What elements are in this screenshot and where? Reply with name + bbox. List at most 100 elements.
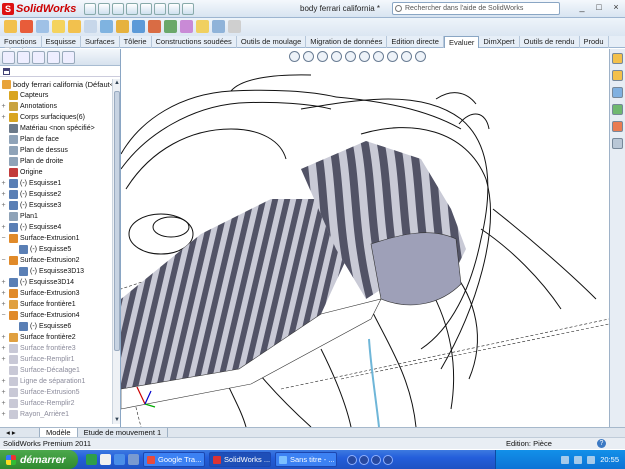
revolve-icon[interactable] [36, 20, 49, 33]
tree-item[interactable]: (-) Esquisse5 [0, 244, 112, 255]
tree-item[interactable]: + Surface-Remplir1 [0, 354, 112, 365]
network-icon[interactable] [561, 455, 570, 464]
expand-toggle-icon[interactable]: + [0, 411, 7, 418]
section-icon[interactable] [132, 20, 145, 33]
task-notepad[interactable]: Sans titre - ... [275, 452, 337, 467]
maximize-button[interactable]: □ [592, 2, 606, 14]
expand-toggle-icon[interactable]: + [0, 400, 7, 407]
graphics-viewport[interactable] [121, 49, 609, 427]
configuration-tab-icon[interactable] [32, 51, 45, 64]
close-button[interactable]: × [609, 2, 623, 14]
tree-item[interactable]: (-) Esquisse3D13 [0, 266, 112, 277]
help-search-input[interactable]: Rechercher dans l'aide de SolidWorks [392, 2, 560, 15]
media-prev-icon[interactable] [359, 454, 369, 465]
tree-item[interactable]: Origine [0, 167, 112, 178]
tab-edition-directe[interactable]: Edition directe [387, 36, 444, 48]
expand-toggle-icon[interactable]: − [0, 312, 7, 319]
tab-produ[interactable]: Produ [580, 36, 609, 48]
print-icon[interactable] [126, 2, 139, 15]
tree-item[interactable]: + Surface frontière1 [0, 299, 112, 310]
feature-tree-tab-icon[interactable] [2, 51, 15, 64]
scroll-thumb[interactable] [114, 91, 120, 351]
scroll-up-icon[interactable]: ▲ [113, 79, 121, 87]
tree-item[interactable]: + (-) Esquisse3D14 [0, 277, 112, 288]
help-icon[interactable]: ? [597, 439, 606, 448]
tab-constructions-soudees[interactable]: Constructions soudées [152, 36, 237, 48]
expand-toggle-icon[interactable]: + [0, 378, 7, 385]
tree-item[interactable]: + (-) Esquisse1 [0, 178, 112, 189]
measure-icon[interactable] [100, 20, 113, 33]
open-icon[interactable] [98, 2, 111, 15]
tree-item[interactable]: Plan de droite [0, 156, 112, 167]
tree-item[interactable]: Capteurs [0, 90, 112, 101]
extrude-icon[interactable] [20, 20, 33, 33]
start-button[interactable]: démarrer [0, 450, 78, 469]
tab-tolerie[interactable]: Tôlerie [120, 36, 152, 48]
solidworks-logo[interactable]: S SolidWorks [2, 2, 76, 16]
zoom-area-icon[interactable] [303, 51, 314, 62]
appearances-icon[interactable] [612, 121, 623, 132]
tree-item[interactable]: + Rayon_Arrière1 [0, 409, 112, 420]
volume-icon[interactable] [574, 455, 583, 464]
geometry-analysis-icon[interactable] [164, 20, 177, 33]
file-explorer-icon[interactable] [612, 87, 623, 98]
expand-toggle-icon[interactable]: − [0, 235, 7, 242]
expand-toggle-icon[interactable]: − [0, 257, 7, 264]
tree-item[interactable]: + (-) Esquisse2 [0, 189, 112, 200]
appearance-icon[interactable] [387, 51, 398, 62]
tree-item[interactable]: Plan de face [0, 134, 112, 145]
tree-item[interactable]: + Surface-Remplir2 [0, 398, 112, 409]
display-manager-tab-icon[interactable] [62, 51, 75, 64]
tree-item[interactable]: + (-) Esquisse3 [0, 200, 112, 211]
scroll-down-icon[interactable]: ▼ [113, 416, 121, 424]
expand-toggle-icon[interactable]: + [0, 103, 7, 110]
tree-item[interactable]: − Surface-Extrusion2 [0, 255, 112, 266]
curvature-icon[interactable] [196, 20, 209, 33]
undo-icon[interactable] [140, 2, 153, 15]
view-palette-icon[interactable] [612, 104, 623, 115]
scene-icon[interactable] [401, 51, 412, 62]
expand-toggle-icon[interactable]: + [0, 301, 7, 308]
display-style-icon[interactable] [359, 51, 370, 62]
expand-toggle-icon[interactable]: + [0, 180, 7, 187]
boundary-icon[interactable] [84, 20, 97, 33]
folder-icon[interactable] [4, 20, 17, 33]
tree-item[interactable]: + (-) Esquisse4 [0, 222, 112, 233]
tree-item[interactable]: + Surface frontière3 [0, 343, 112, 354]
custom-properties-icon[interactable] [612, 138, 623, 149]
minimize-button[interactable]: _ [575, 2, 589, 14]
tab-surfaces[interactable]: Surfaces [81, 36, 120, 48]
view-settings-icon[interactable] [415, 51, 426, 62]
save-icon[interactable] [112, 2, 125, 15]
media-play-icon[interactable] [371, 454, 381, 465]
tab-migration-de-donnees[interactable]: Migration de données [306, 36, 388, 48]
expand-toggle-icon[interactable]: + [0, 191, 7, 198]
security-icon[interactable] [587, 455, 596, 464]
browser-icon[interactable] [114, 454, 125, 465]
task-google-translate[interactable]: Google Tra... [143, 452, 205, 467]
zebra-stripes-icon[interactable] [180, 20, 193, 33]
tree-item[interactable]: + Ligne de séparation1 [0, 376, 112, 387]
google-icon[interactable] [100, 454, 111, 465]
show-desktop-icon[interactable] [128, 454, 139, 465]
expand-toggle-icon[interactable]: + [0, 224, 7, 231]
loft-icon[interactable] [68, 20, 81, 33]
expand-toggle-icon[interactable]: + [0, 114, 7, 121]
expand-toggle-icon[interactable]: + [0, 345, 7, 352]
mass-properties-icon[interactable] [116, 20, 129, 33]
previous-view-icon[interactable] [317, 51, 328, 62]
rebuild-icon[interactable] [168, 2, 181, 15]
task-solidworks[interactable]: SolidWorks ... [209, 452, 271, 467]
tree-item[interactable]: + Surface frontière2 [0, 332, 112, 343]
tree-item[interactable]: − Surface-Extrusion1 [0, 233, 112, 244]
media-player-icon[interactable] [86, 454, 97, 465]
dimxpert-tab-icon[interactable] [47, 51, 60, 64]
car-body-model[interactable] [121, 49, 609, 427]
design-library-icon[interactable] [612, 70, 623, 81]
media-stop-icon[interactable] [347, 454, 357, 465]
deviation-icon[interactable] [212, 20, 225, 33]
tree-scrollbar[interactable]: ▲ ▼ [112, 79, 120, 424]
section-view-icon[interactable] [331, 51, 342, 62]
zoom-to-fit-icon[interactable] [289, 51, 300, 62]
tree-root[interactable]: body ferrari california (Défaut<< [0, 79, 112, 90]
